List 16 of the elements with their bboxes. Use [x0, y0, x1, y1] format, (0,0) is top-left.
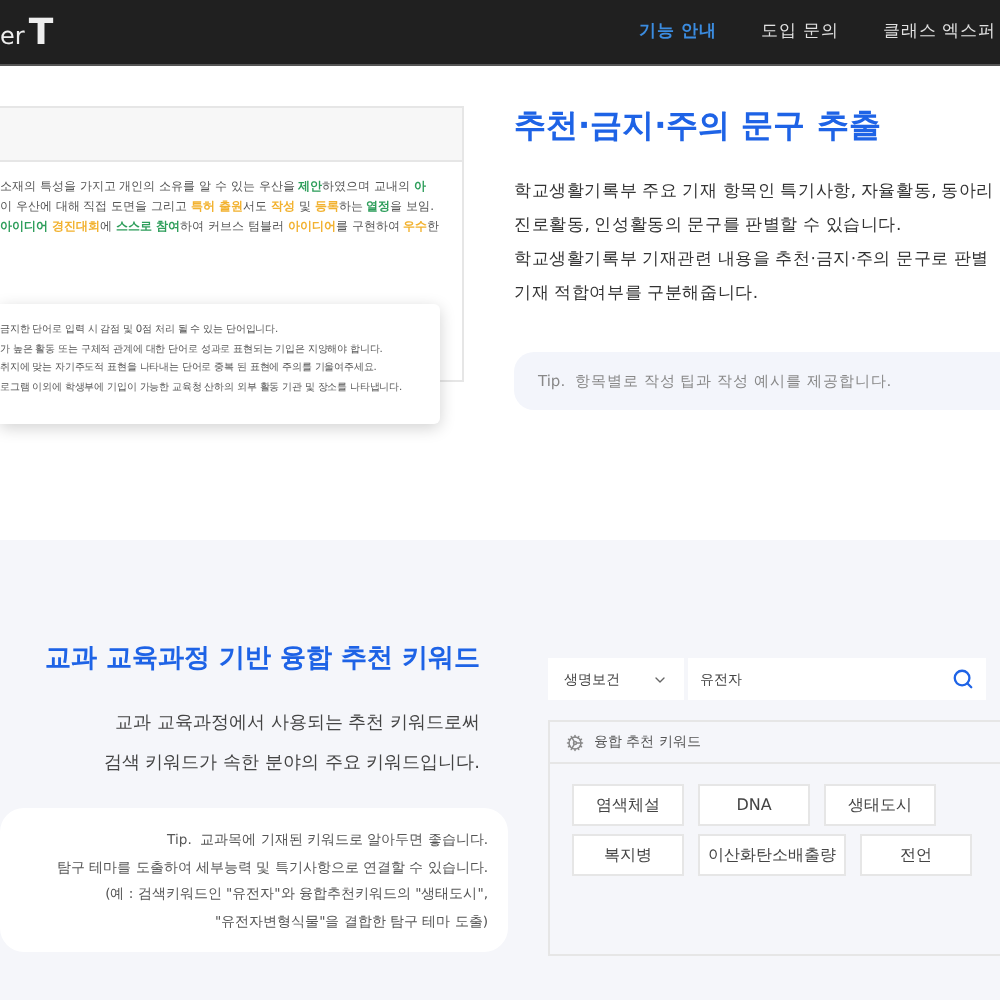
search-icon[interactable] — [952, 668, 974, 690]
keyword-chip[interactable]: 염색체설 — [572, 784, 684, 826]
keyword-chip[interactable]: 생태도시 — [824, 784, 936, 826]
keyword-chip[interactable]: 복지병 — [572, 834, 684, 876]
keyword-chip[interactable]: 이산화탄소배출량 — [698, 834, 846, 876]
gear-icon — [566, 733, 584, 751]
logo[interactable]: erT — [0, 11, 54, 53]
keyword-chip[interactable]: 전언 — [860, 834, 972, 876]
description-text: 교과 교육과정에서 사용되는 추천 키워드로써 검색 키워드가 속한 분야의 주요 키워드입니다. — [103, 712, 480, 778]
nav-link[interactable]: 클래스 엑스퍼 — [882, 20, 996, 44]
nav-link[interactable]: 기능 안내 — [639, 20, 718, 44]
nav-link[interactable]: 도입 문의 — [761, 20, 839, 44]
description-text: 학교생활기록부 주요 기재 항목인 특기사항, 자율활동, 동아리 진로활동, 인성활동의 문구를 판별할 수 있습니다. 학교생활기록부 기재관련 내용을 추천·금지·주의 문구로 판별 기재 적합여부를 구분해줍니다. — [514, 180, 997, 308]
section-title: 추천·금지·주의 문구 추출 — [514, 106, 883, 148]
keyword-chip[interactable]: DNA — [698, 784, 810, 826]
section-title: 교과 교육과정 기반 융합 추천 키워드 — [44, 642, 480, 676]
